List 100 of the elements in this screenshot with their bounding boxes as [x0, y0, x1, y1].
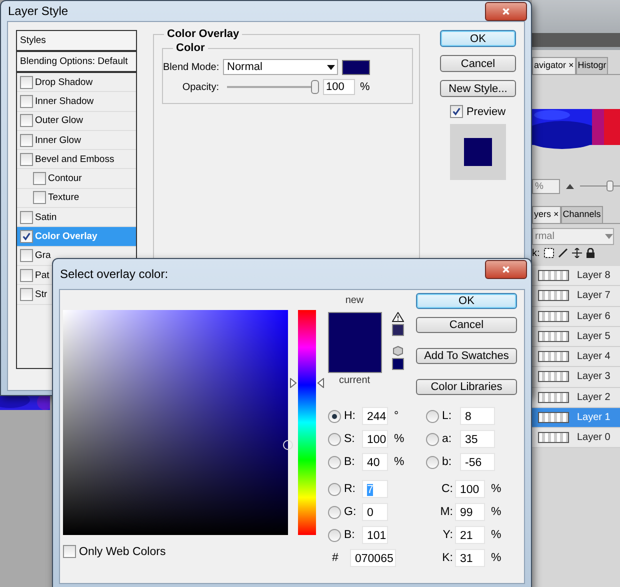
panel-tab[interactable]: Channels	[560, 206, 603, 223]
preview-swatch	[464, 138, 492, 166]
dialog-button[interactable]: OK	[416, 293, 517, 309]
style-item[interactable]: Inner Shadow	[17, 92, 136, 112]
style-item[interactable]: Outer Glow	[17, 112, 136, 131]
style-item[interactable]: Inner Glow	[17, 130, 136, 150]
checkbox[interactable]	[33, 172, 46, 186]
caret-icon	[327, 64, 335, 70]
blend-mode-dropdown[interactable]: rmal	[532, 228, 614, 245]
checkbox[interactable]	[20, 249, 33, 262]
input-field[interactable]: 99	[455, 503, 485, 521]
dialog-button[interactable]: Color Libraries	[416, 379, 517, 395]
opacity-field[interactable]: 100	[323, 79, 355, 95]
panel-tab[interactable]: yers ×	[532, 206, 561, 223]
field-label: C:	[440, 483, 454, 495]
close-button[interactable]	[485, 2, 527, 21]
dialog-button[interactable]: Cancel	[440, 55, 516, 72]
checkbox[interactable]	[20, 230, 33, 244]
radio-button[interactable]	[328, 506, 341, 518]
slider-arrow-icon[interactable]	[317, 378, 324, 388]
checkbox[interactable]	[450, 105, 464, 118]
checkbox[interactable]	[20, 210, 33, 224]
gamut-swatch[interactable]	[392, 324, 404, 336]
dialog-button[interactable]: OK	[440, 30, 516, 47]
layer-item[interactable]: Layer 0	[532, 428, 620, 448]
style-item[interactable]: Texture	[17, 188, 136, 208]
dialog-button[interactable]: Cancel	[416, 317, 517, 333]
brush-icon[interactable]	[558, 248, 568, 258]
checkbox[interactable]	[20, 114, 33, 128]
style-item[interactable]: Drop Shadow	[17, 73, 136, 92]
layer-item[interactable]: Layer 7	[532, 286, 620, 306]
input-field[interactable]: -56	[460, 453, 495, 471]
input-field[interactable]: 070065	[350, 549, 396, 567]
lock-icon[interactable]	[586, 248, 595, 258]
checkbox[interactable]	[63, 545, 76, 558]
field-label: B:	[343, 456, 356, 468]
layer-item[interactable]: Layer 4	[532, 347, 620, 368]
layer-item[interactable]: Layer 3	[532, 367, 620, 388]
dialog-button[interactable]: Add To Swatches	[416, 348, 517, 364]
style-label: Str	[35, 288, 48, 300]
slider-thumb[interactable]	[311, 80, 319, 94]
panel-tab[interactable]: Histogr	[576, 57, 608, 74]
radio-button[interactable]	[328, 410, 341, 422]
layer-thumbnail-icon	[538, 392, 569, 403]
input-field[interactable]: 0	[362, 503, 388, 521]
checkbox[interactable]	[20, 134, 33, 147]
hue-slider[interactable]	[290, 310, 324, 535]
caret-icon	[605, 234, 613, 239]
swatch-label: current	[338, 374, 372, 388]
radio-button[interactable]	[328, 528, 341, 542]
input-field[interactable]: 244	[362, 407, 388, 425]
color-marker-icon[interactable]	[283, 440, 293, 450]
style-item[interactable]: Contour	[17, 169, 136, 189]
layer-item[interactable]: Layer 8	[532, 266, 620, 286]
radio-button[interactable]	[328, 482, 341, 496]
dialog-button[interactable]: New Style...	[440, 80, 516, 97]
web-safe-swatch[interactable]	[392, 358, 404, 370]
input-field[interactable]: 100	[455, 480, 485, 498]
color-comparison-swatch	[328, 312, 382, 373]
checkbox[interactable]	[20, 268, 33, 282]
input-field[interactable]: 100	[362, 430, 388, 448]
radio-button[interactable]	[328, 456, 341, 468]
blending-options-item[interactable]: Blending Options: Default	[17, 52, 136, 73]
layer-name: Layer 7	[577, 290, 610, 302]
checkbox[interactable]	[20, 76, 33, 89]
panel-tab[interactable]: avigator ×	[532, 57, 576, 74]
checkbox[interactable]	[20, 94, 33, 108]
input-field[interactable]: 8	[460, 407, 495, 425]
input-field[interactable]: 40	[362, 453, 388, 471]
radio-button[interactable]	[426, 432, 439, 446]
radio-button[interactable]	[328, 432, 341, 446]
layer-item[interactable]: Layer 6	[532, 306, 620, 327]
unit-label: %	[394, 433, 404, 445]
color-field[interactable]	[63, 310, 288, 535]
input-field[interactable]: 21	[455, 526, 485, 544]
checkbox[interactable]	[20, 288, 33, 301]
unit-label: %	[360, 81, 370, 93]
zoom-field[interactable]: %	[532, 178, 560, 194]
radio-button[interactable]	[426, 410, 439, 422]
checkbox[interactable]	[33, 191, 46, 204]
warning-icon[interactable]	[392, 312, 404, 322]
checkbox[interactable]	[20, 152, 33, 166]
style-item[interactable]: Bevel and Emboss	[17, 150, 136, 170]
field-label: H:	[343, 410, 356, 422]
unit-label: %	[491, 483, 502, 495]
layer-item[interactable]: Layer 5	[532, 326, 620, 347]
styles-header[interactable]: Styles	[17, 31, 136, 52]
group-title: Color	[175, 42, 206, 54]
close-button[interactable]	[485, 260, 527, 279]
blend-mode-dropdown[interactable]: Normal	[223, 59, 338, 75]
radio-button[interactable]	[426, 456, 439, 468]
zoom-slider[interactable]	[580, 180, 620, 192]
input-field[interactable]: 101	[362, 526, 388, 544]
input-field[interactable]: 35	[460, 430, 495, 448]
input-field[interactable]: 31	[455, 549, 485, 567]
transparency-lock-icon[interactable]	[544, 248, 554, 258]
color-swatch[interactable]	[342, 60, 370, 74]
slider-arrow-icon[interactable]	[290, 378, 297, 388]
move-icon[interactable]	[572, 248, 582, 258]
layer-name: Layer 5	[577, 330, 610, 342]
